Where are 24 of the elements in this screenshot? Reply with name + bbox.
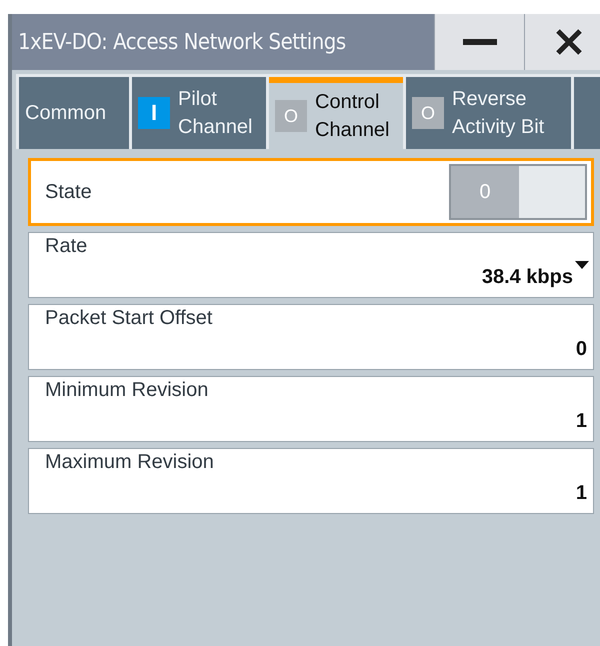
close-button[interactable] (524, 14, 600, 70)
dropdown-caret-icon (575, 261, 589, 269)
minimize-icon (462, 39, 496, 45)
number-field[interactable]: Packet Start Offset 0 (28, 304, 594, 370)
state-indicator: O (412, 97, 444, 129)
state-indicator: I (138, 97, 170, 129)
window-title: 1xEV-DO: Access Network Settings (17, 28, 347, 56)
setting-label: State (45, 180, 92, 204)
setting-value: 0 (576, 338, 587, 361)
setting-value: 1 (576, 482, 587, 505)
state-indicator: O (275, 100, 307, 132)
setting-value: 38.4 kbps (482, 266, 573, 289)
setting-label: Minimum Revision (45, 379, 210, 402)
setting-value: 1 (576, 410, 587, 433)
dropdown-field[interactable]: Rate 38.4 kbps (28, 232, 594, 298)
number-field[interactable]: Maximum Revision 1 (28, 448, 594, 514)
close-icon (556, 29, 582, 55)
setting-label: Maximum Revision (45, 451, 215, 474)
setting-label: Packet Start Offset (45, 307, 214, 330)
minimize-button[interactable] (434, 14, 524, 70)
number-field[interactable]: Minimum Revision 1 (28, 376, 594, 442)
tab[interactable]: Common (19, 77, 129, 149)
setting-label: Rate (45, 235, 88, 258)
tab[interactable]: I Pilot Channel (132, 77, 266, 149)
